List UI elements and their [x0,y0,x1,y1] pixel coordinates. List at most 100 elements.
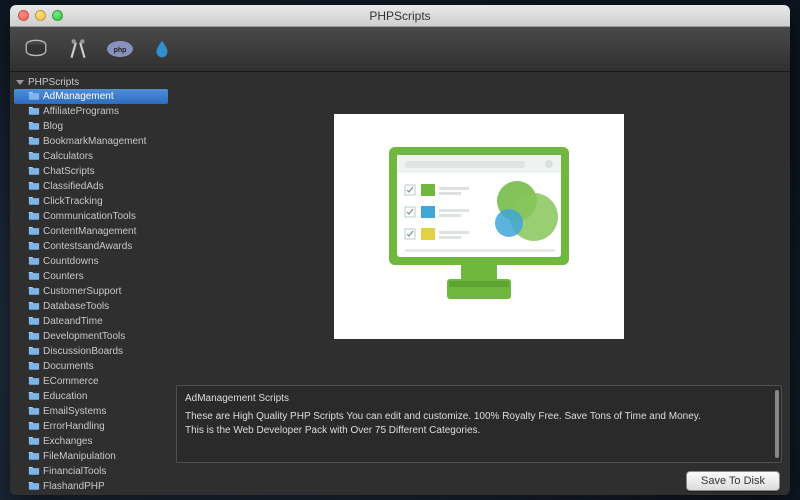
sidebar-item-label: AffiliatePrograms [43,106,119,117]
disclosure-icon [16,80,24,85]
description-line1: These are High Quality PHP Scripts You c… [185,410,773,424]
window-title: PHPScripts [10,9,790,23]
preview-area [168,72,790,381]
folder-icon [28,105,40,118]
sidebar-item[interactable]: Countdowns [14,254,168,269]
sidebar-item-label: ContestsandAwards [43,241,132,252]
description-title: AdManagement Scripts [185,392,773,406]
folder-icon [28,225,40,238]
titlebar: PHPScripts [10,5,790,27]
sidebar-item[interactable]: FlashandPHP [14,479,168,494]
folder-icon [28,465,40,478]
folder-icon [28,165,40,178]
sidebar-item[interactable]: BookmarkManagement [14,134,168,149]
sidebar-item[interactable]: ECommerce [14,374,168,389]
sidebar-item-label: Countdowns [43,256,99,267]
folder-icon [28,375,40,388]
folder-icon [28,300,40,313]
folder-icon [28,210,40,223]
folder-icon [28,330,40,343]
folder-icon [28,450,40,463]
main-panel: AdManagement Scripts These are High Qual… [168,72,790,495]
sidebar-item[interactable]: ClassifiedAds [14,179,168,194]
sidebar-item[interactable]: DateandTime [14,314,168,329]
folder-icon [28,405,40,418]
svg-text:php: php [114,47,127,54]
folder-icon [28,285,40,298]
sidebar-item-label: Blog [43,121,63,132]
sidebar-item[interactable]: FinancialTools [14,464,168,479]
sidebar-item-label: FinancialTools [43,466,106,477]
sidebar-item[interactable]: DatabaseTools [14,299,168,314]
folder-icon [28,435,40,448]
footer: Save To Disk [168,467,790,495]
app-window: PHPScripts php PHPScripts AdManagement Af… [10,5,790,495]
sidebar-item[interactable]: ContestsandAwards [14,239,168,254]
sidebar-item-label: Counters [43,271,84,282]
sidebar-item-label: BookmarkManagement [43,136,146,147]
sidebar-item-label: ClickTracking [43,196,103,207]
description-box: AdManagement Scripts These are High Qual… [176,385,782,463]
folder-icon [28,345,40,358]
toolbar-icon-2[interactable] [64,35,92,63]
sidebar-item-label: Education [43,391,87,402]
sidebar-item[interactable]: Education [14,389,168,404]
toolbar-icon-drop[interactable] [148,35,176,63]
sidebar-item[interactable]: Blog [14,119,168,134]
toolbar: php [10,27,790,72]
folder-icon [28,360,40,373]
folder-icon [28,480,40,493]
sidebar-item[interactable]: CommunicationTools [14,209,168,224]
sidebar-item-label: ECommerce [43,376,99,387]
sidebar-item[interactable]: AffiliatePrograms [14,104,168,119]
folder-icon [28,135,40,148]
preview-image [334,114,624,339]
sidebar-item[interactable]: CustomerSupport [14,284,168,299]
sidebar-item-label: CommunicationTools [43,211,136,222]
sidebar-item[interactable]: Counters [14,269,168,284]
folder-icon [28,270,40,283]
sidebar-item-label: FileManipulation [43,451,116,462]
sidebar-item-label: ContentManagement [43,226,136,237]
sidebar-item-label: Exchanges [43,436,92,447]
sidebar-root[interactable]: PHPScripts [14,76,168,89]
sidebar-item-label: ClassifiedAds [43,181,104,192]
sidebar-item[interactable]: AdManagement [14,89,168,104]
sidebar-item-label: ChatScripts [43,166,95,177]
sidebar-item-label: AdManagement [43,91,114,102]
folder-icon [28,150,40,163]
folder-icon [28,90,40,103]
sidebar-item[interactable]: FormProcessors [14,494,168,495]
folder-icon [28,180,40,193]
save-to-disk-button[interactable]: Save To Disk [686,471,780,491]
sidebar-item[interactable]: FileManipulation [14,449,168,464]
folder-icon [28,420,40,433]
sidebar-item-label: CustomerSupport [43,286,121,297]
sidebar-item[interactable]: ChatScripts [14,164,168,179]
sidebar-item-label: DevelopmentTools [43,331,125,342]
toolbar-icon-1[interactable] [22,35,50,63]
sidebar-item[interactable]: Exchanges [14,434,168,449]
sidebar-item[interactable]: DiscussionBoards [14,344,168,359]
sidebar-item[interactable]: Documents [14,359,168,374]
sidebar-item-label: Calculators [43,151,93,162]
sidebar[interactable]: PHPScripts AdManagement AffiliatePrograms… [10,72,168,495]
description-line2: This is the Web Developer Pack with Over… [185,424,773,438]
sidebar-item[interactable]: ClickTracking [14,194,168,209]
sidebar-item-label: Documents [43,361,94,372]
sidebar-item-label: ErrorHandling [43,421,105,432]
folder-icon [28,390,40,403]
sidebar-item[interactable]: EmailSystems [14,404,168,419]
folder-icon [28,315,40,328]
sidebar-item-label: EmailSystems [43,406,106,417]
sidebar-item-label: DiscussionBoards [43,346,123,357]
sidebar-item[interactable]: DevelopmentTools [14,329,168,344]
folder-icon [28,195,40,208]
sidebar-item[interactable]: ContentManagement [14,224,168,239]
sidebar-item-label: DatabaseTools [43,301,109,312]
sidebar-item-label: FlashandPHP [43,481,105,492]
folder-icon [28,255,40,268]
sidebar-item[interactable]: Calculators [14,149,168,164]
sidebar-item[interactable]: ErrorHandling [14,419,168,434]
toolbar-icon-php[interactable]: php [106,35,134,63]
